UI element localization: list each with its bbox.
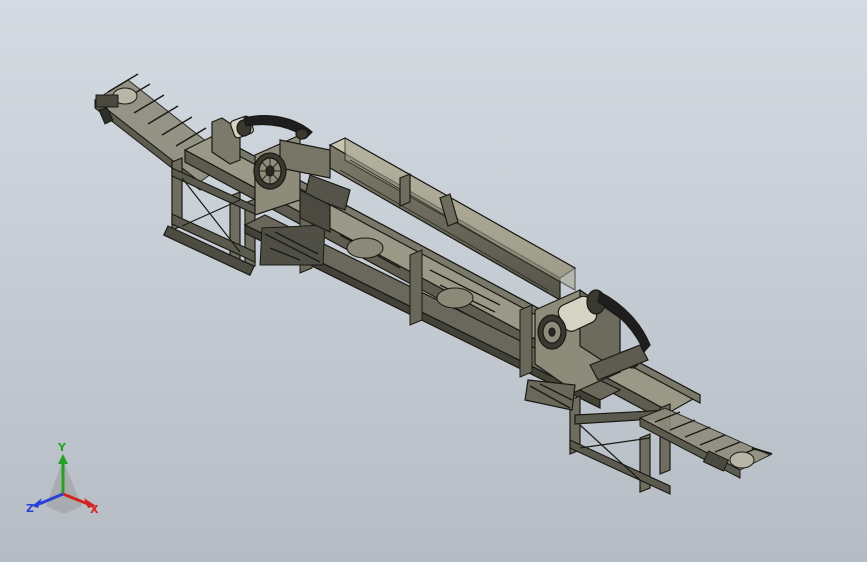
graphics-viewport[interactable]: Y X Z bbox=[0, 0, 867, 562]
assembly-model[interactable] bbox=[0, 0, 867, 562]
triad-label-z: Z bbox=[26, 502, 34, 515]
triad-graphic bbox=[32, 454, 96, 514]
triad-label-y: Y bbox=[58, 441, 66, 454]
y-arrowhead-icon bbox=[58, 454, 68, 464]
orientation-triad: Y X Z bbox=[26, 442, 106, 528]
triad-label-x: X bbox=[90, 503, 99, 516]
